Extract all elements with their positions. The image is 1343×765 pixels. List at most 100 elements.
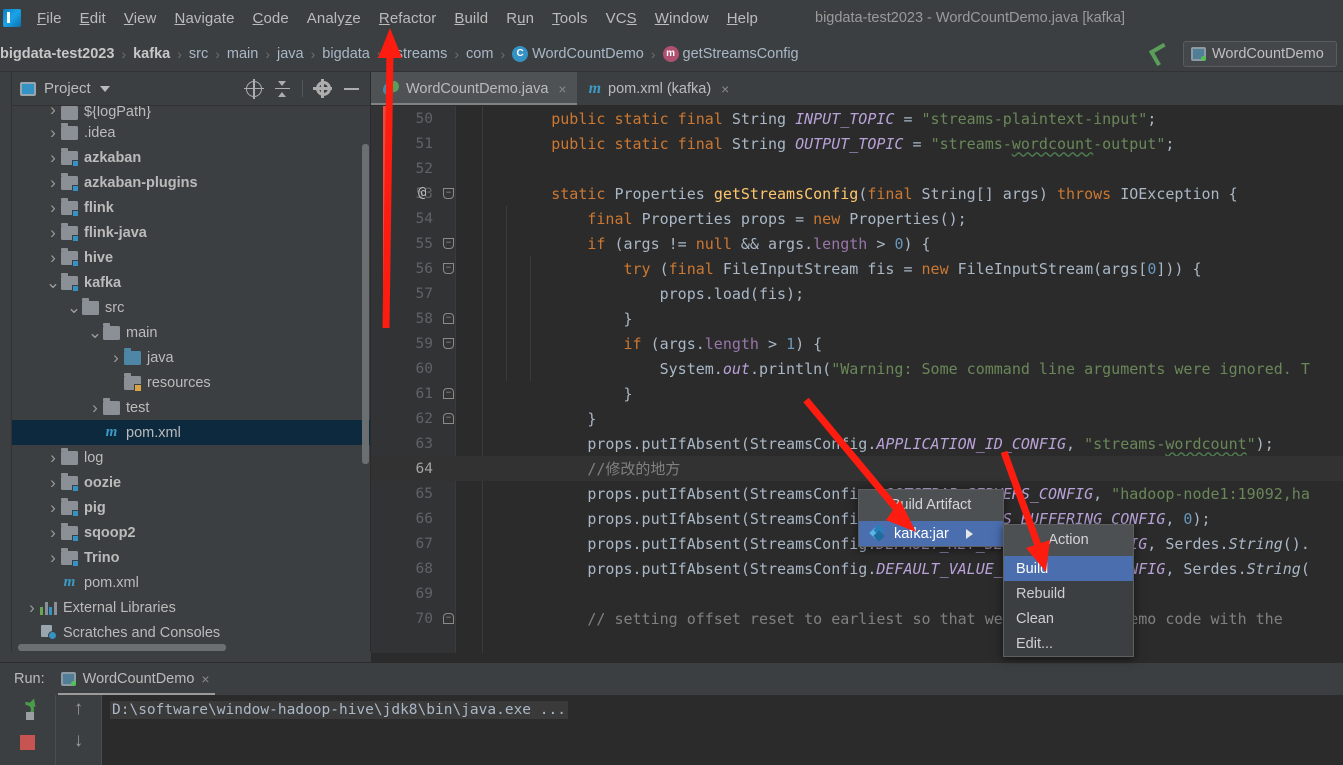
project-tree-horizontal-scrollbar[interactable] xyxy=(12,643,370,652)
menu-window[interactable]: Window xyxy=(646,7,718,30)
chevron-right-icon[interactable]: › xyxy=(45,248,61,268)
gutter-markers[interactable]: − xyxy=(441,331,456,356)
chevron-down-icon[interactable]: ⌄ xyxy=(66,299,82,316)
down-arrow-icon[interactable]: ↓ xyxy=(74,731,84,750)
gutter-markers[interactable]: − xyxy=(441,406,456,431)
breadcrumb-item-bigdata-test2023[interactable]: bigdata-test2023 xyxy=(0,46,114,62)
breadcrumb-item-main[interactable]: main xyxy=(227,46,258,62)
tree-node-hive[interactable]: › hive xyxy=(12,245,370,270)
gutter-markers[interactable] xyxy=(441,556,456,581)
menu-refactor[interactable]: Refactor xyxy=(370,7,446,30)
breadcrumb-item-bigdata[interactable]: bigdata xyxy=(322,46,370,62)
code-line[interactable]: 51 public static final String OUTPUT_TOP… xyxy=(371,131,1343,156)
code-folding-up-icon[interactable]: − xyxy=(443,388,454,399)
code-line[interactable]: 58− } xyxy=(371,306,1343,331)
tree-node-sqoop2[interactable]: › sqoop2 xyxy=(12,520,370,545)
tree-node-kafka[interactable]: ⌄ kafka xyxy=(12,270,370,295)
gutter-markers[interactable] xyxy=(441,581,456,606)
tree-node-flink[interactable]: › flink xyxy=(12,195,370,220)
editor-tab-pom-xml-kafka-[interactable]: m pom.xml (kafka) × xyxy=(577,72,740,105)
breadcrumb-item-getstreamsconfig[interactable]: m getStreamsConfig xyxy=(662,45,799,62)
collapse-all-icon[interactable] xyxy=(269,76,295,102)
menu-edit[interactable]: Edit xyxy=(71,7,115,30)
gutter-markers[interactable]: @ − xyxy=(418,181,456,206)
chevron-right-icon[interactable]: › xyxy=(45,448,61,468)
menu-tools[interactable]: Tools xyxy=(543,7,597,30)
code-line[interactable]: 61− } xyxy=(371,381,1343,406)
code-line[interactable]: 57 props.load(fis); xyxy=(371,281,1343,306)
run-configuration-selector[interactable]: WordCountDemo xyxy=(1183,40,1337,67)
menu-help[interactable]: Help xyxy=(718,7,767,30)
chevron-right-icon[interactable]: › xyxy=(45,106,61,120)
close-icon[interactable]: × xyxy=(558,81,566,97)
code-line[interactable]: 56− try (final FileInputStream fis = new… xyxy=(371,256,1343,281)
code-line[interactable]: 69 xyxy=(371,581,1343,606)
code-line[interactable]: 67 props.putIfAbsent(StreamsConfig.DEFAU… xyxy=(371,531,1343,556)
tree-node-oozie[interactable]: › oozie xyxy=(12,470,370,495)
gutter-markers[interactable] xyxy=(441,531,456,556)
menu-navigate[interactable]: Navigate xyxy=(166,7,244,30)
code-line[interactable]: 63 props.putIfAbsent(StreamsConfig.APPLI… xyxy=(371,431,1343,456)
tree-node-external-libraries[interactable]: › External Libraries xyxy=(12,595,370,620)
chevron-right-icon[interactable]: › xyxy=(87,398,103,418)
gutter-markers[interactable] xyxy=(441,131,456,156)
up-arrow-icon[interactable]: ↑ xyxy=(74,699,84,718)
chevron-right-icon[interactable]: › xyxy=(45,148,61,168)
menu-vcs[interactable]: VCS xyxy=(597,7,646,30)
code-line[interactable]: 66 props.putIfAbsent(StreamsConfig.CACHE… xyxy=(371,506,1343,531)
hide-panel-icon[interactable] xyxy=(338,76,364,102)
tree-node-java[interactable]: › java xyxy=(12,345,370,370)
gutter-markers[interactable]: − xyxy=(441,381,456,406)
breadcrumb-item-java[interactable]: java xyxy=(277,46,304,62)
stop-icon[interactable] xyxy=(20,735,35,750)
chevron-right-icon[interactable]: › xyxy=(45,548,61,568)
tree-node-pom-xml[interactable]: m pom.xml xyxy=(12,420,370,445)
menu-view[interactable]: View xyxy=(115,7,166,30)
build-artifact-item-kafka-jar[interactable]: kafka:jar xyxy=(859,521,1003,546)
tree-node-azkaban[interactable]: › azkaban xyxy=(12,145,370,170)
chevron-right-icon[interactable]: › xyxy=(45,498,61,518)
gutter-markers[interactable] xyxy=(441,506,456,531)
breadcrumb-item-src[interactable]: src xyxy=(189,46,208,62)
code-line[interactable]: 68 props.putIfAbsent(StreamsConfig.DEFAU… xyxy=(371,556,1343,581)
run-tab-wordcountdemo[interactable]: WordCountDemo × xyxy=(55,668,218,695)
chevron-right-icon[interactable]: › xyxy=(45,123,61,143)
gutter-markers[interactable] xyxy=(441,356,456,381)
code-line[interactable]: 60 System.out.println("Warning: Some com… xyxy=(371,356,1343,381)
project-tree[interactable]: › ${logPath} › .idea › azkaban › azkaban-plugin… xyxy=(12,106,370,643)
close-icon[interactable]: × xyxy=(721,81,729,97)
gutter-markers[interactable]: − xyxy=(441,256,456,281)
code-lines[interactable]: 50 public static final String INPUT_TOPI… xyxy=(371,106,1343,662)
chevron-down-icon[interactable] xyxy=(99,85,110,92)
code-folding-down-icon[interactable]: − xyxy=(443,238,454,249)
tree-node-pig[interactable]: › pig xyxy=(12,495,370,520)
code-folding-up-icon[interactable]: − xyxy=(443,413,454,424)
code-line[interactable]: 52 xyxy=(371,156,1343,181)
gutter-markers[interactable] xyxy=(441,206,456,231)
code-line[interactable]: 70− // setting offset reset to earliest … xyxy=(371,606,1343,631)
tree-node-test[interactable]: › test xyxy=(12,395,370,420)
menu-file[interactable]: File xyxy=(28,7,71,30)
code-line[interactable]: 53 @ − static Properties getStreamsConfig(… xyxy=(371,181,1343,206)
tree-node-src[interactable]: ⌄ src xyxy=(12,295,370,320)
breadcrumb-item-wordcountdemo[interactable]: C WordCountDemo xyxy=(512,45,644,62)
gutter-markers[interactable] xyxy=(441,106,456,131)
tree-node--idea[interactable]: › .idea xyxy=(12,120,370,145)
gutter-markers[interactable] xyxy=(441,156,456,181)
menu-run[interactable]: Run xyxy=(497,7,543,30)
action-item-rebuild[interactable]: Rebuild xyxy=(1004,581,1133,606)
code-folding-up-icon[interactable]: − xyxy=(443,313,454,324)
navigate-up-icon[interactable] xyxy=(1147,42,1173,66)
editor-tab-wordcountdemo-java[interactable]: WordCountDemo.java × xyxy=(371,72,577,105)
code-line[interactable]: 62− } xyxy=(371,406,1343,431)
breadcrumb-item-kstreams[interactable]: kstreams xyxy=(389,46,448,62)
code-editor[interactable]: 50 public static final String INPUT_TOPI… xyxy=(371,106,1343,662)
console-output[interactable]: D:\software\window-hadoop-hive\jdk8\bin\… xyxy=(102,695,1343,765)
build-artifact-popup[interactable]: Build Artifact kafka:jar xyxy=(858,489,1004,547)
breadcrumb-item-com[interactable]: com xyxy=(466,46,493,62)
gutter-markers[interactable] xyxy=(441,431,456,456)
chevron-right-icon[interactable]: › xyxy=(45,173,61,193)
gutter-markers[interactable] xyxy=(441,456,456,481)
gutter-markers[interactable]: − xyxy=(441,231,456,256)
action-item-clean[interactable]: Clean xyxy=(1004,606,1133,631)
